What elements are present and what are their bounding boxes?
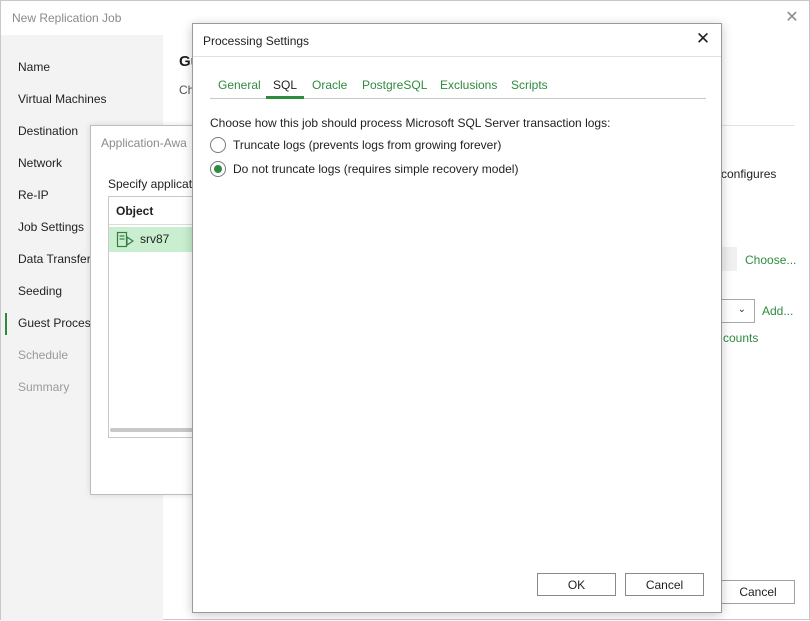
chevron-down-icon: ⌄ — [737, 304, 746, 315]
truncate-logs-label: Truncate logs (prevents logs from growin… — [233, 138, 502, 152]
truncate-logs-option[interactable]: Truncate logs (prevents logs from growin… — [210, 137, 530, 155]
tab-postgresql[interactable]: PostgreSQL — [362, 78, 427, 96]
truncate-logs-radio[interactable] — [210, 137, 226, 153]
sql-log-instruction: Choose how this job should process Micro… — [210, 116, 611, 130]
tab-scripts[interactable]: Scripts — [511, 78, 548, 96]
ps-titlebar: Processing Settings ✕ — [193, 24, 721, 56]
tab-sql[interactable]: SQL — [273, 78, 297, 96]
horizontal-scrollbar[interactable] — [110, 428, 196, 432]
main-close-icon[interactable]: ✕ — [784, 7, 800, 26]
do-not-truncate-logs-label: Do not truncate logs (requires simple re… — [233, 162, 519, 176]
tab-general[interactable]: General — [218, 78, 261, 96]
manage-accounts-link[interactable]: counts — [723, 331, 758, 345]
object-column-header[interactable]: Object — [116, 204, 153, 218]
ok-button[interactable]: OK — [537, 573, 616, 596]
do-not-truncate-logs-radio[interactable] — [210, 161, 226, 177]
nav-active-indicator — [5, 313, 7, 335]
nav-item-network[interactable]: Network — [18, 156, 62, 172]
aa-dialog-prompt: Specify applicati — [108, 177, 195, 191]
nav-item-job-settings[interactable]: Job Settings — [18, 220, 84, 236]
main-window-title: New Replication Job — [12, 11, 122, 25]
objects-table-header: Object — [109, 197, 197, 225]
do-not-truncate-logs-option[interactable]: Do not truncate logs (requires simple re… — [210, 161, 550, 179]
processing-settings-dialog: Processing Settings ✕ General SQL Oracle… — [192, 23, 722, 613]
vm-name: srv87 — [140, 232, 170, 246]
add-credentials-link[interactable]: Add... — [762, 304, 793, 318]
cancel-button[interactable]: Cancel — [625, 573, 704, 596]
nav-item-re-ip[interactable]: Re-IP — [18, 188, 49, 204]
configures-text: configures — [721, 167, 777, 181]
nav-item-name[interactable]: Name — [18, 60, 50, 76]
titlebar-divider — [193, 56, 721, 57]
nav-item-summary: Summary — [18, 380, 70, 394]
nav-item-guest-processing[interactable]: Guest Process — [18, 316, 97, 332]
settings-tab-bar: General SQL Oracle PostgreSQL Exclusions… — [210, 74, 706, 99]
credentials-dropdown[interactable]: ⌄ — [719, 299, 755, 323]
application-aware-dialog: Application-Awa Specify applicati Object… — [90, 125, 205, 495]
vm-server-icon — [116, 231, 134, 248]
close-icon[interactable]: ✕ — [695, 29, 711, 49]
dialog-title: Processing Settings — [203, 34, 310, 48]
nav-item-virtual-machines[interactable]: Virtual Machines — [18, 92, 107, 108]
tab-exclusions[interactable]: Exclusions — [440, 78, 497, 96]
active-tab-indicator — [266, 96, 304, 99]
nav-item-destination[interactable]: Destination — [18, 124, 78, 140]
wizard-cancel-button[interactable]: Cancel — [721, 580, 795, 604]
tab-oracle[interactable]: Oracle — [312, 78, 347, 96]
nav-item-schedule: Schedule — [18, 348, 69, 362]
nav-item-seeding[interactable]: Seeding — [18, 284, 62, 300]
objects-table: Object srv87 — [108, 196, 198, 438]
aa-dialog-title: Application-Awa — [101, 136, 187, 150]
choose-link[interactable]: Choose... — [745, 253, 796, 267]
nav-item-data-transfer[interactable]: Data Transfer — [18, 252, 91, 268]
table-row[interactable]: srv87 — [109, 227, 197, 252]
